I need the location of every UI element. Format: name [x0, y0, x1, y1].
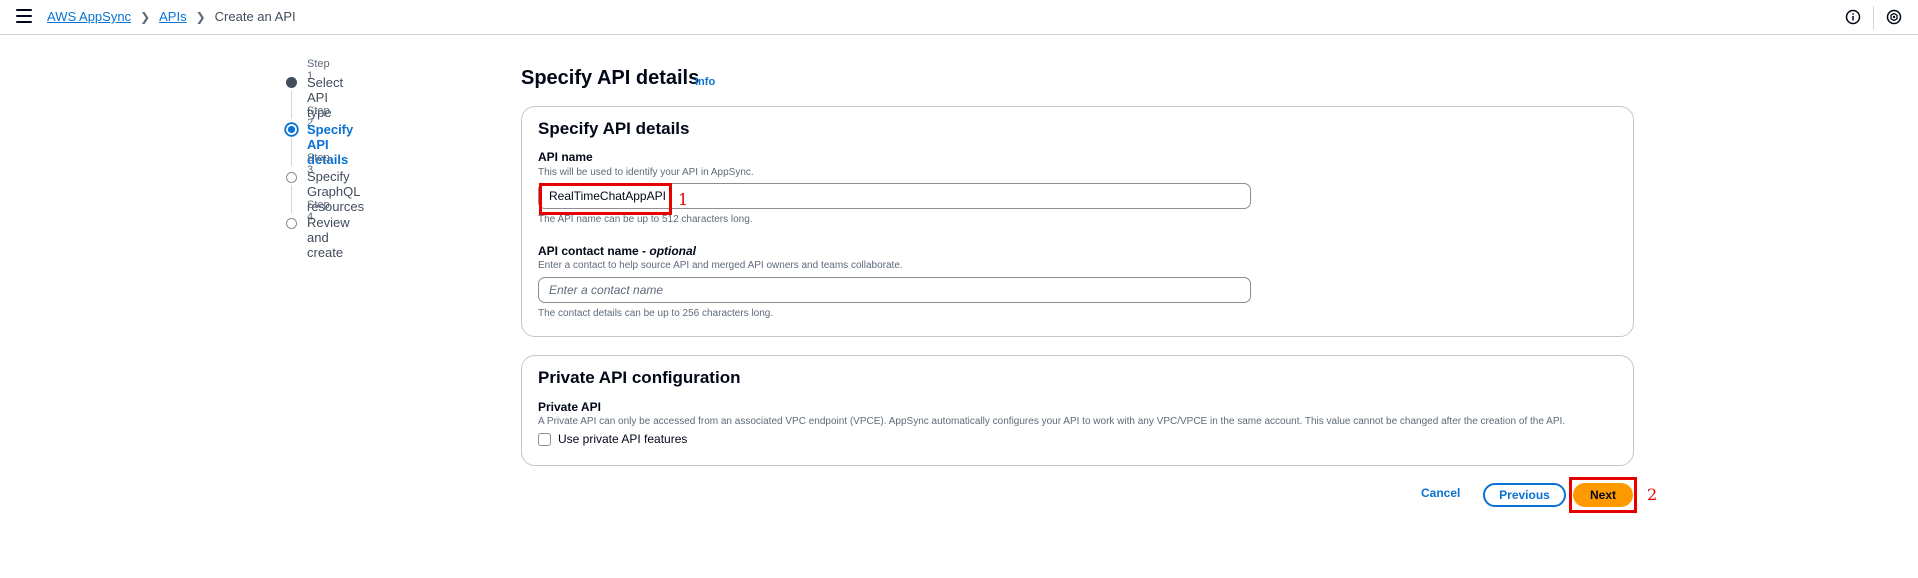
top-divider	[1873, 6, 1874, 30]
api-name-input[interactable]	[538, 183, 1251, 209]
breadcrumb-apis-link[interactable]: APIs	[159, 9, 186, 24]
step-pending-icon	[286, 172, 297, 183]
info-link[interactable]: Info	[695, 76, 715, 88]
page-title: Specify API details	[521, 67, 700, 89]
contact-name-constraint: The contact details can be up to 256 cha…	[538, 308, 774, 319]
step-pending-icon	[286, 218, 297, 229]
contact-name-label: API contact name - optional	[538, 244, 696, 258]
private-api-label: Private API	[538, 400, 601, 414]
api-name-label: API name	[538, 150, 593, 164]
menu-icon[interactable]	[16, 9, 32, 25]
chevron-right-icon: ❯	[195, 9, 206, 24]
contact-name-description: Enter a contact to help source API and m…	[538, 260, 903, 271]
settings-circle-icon[interactable]	[1886, 9, 1902, 25]
chevron-right-icon: ❯	[140, 9, 151, 24]
step-connector	[291, 138, 292, 166]
step-4-title: Review and create	[307, 215, 350, 260]
annotation-number-2: 2	[1647, 485, 1658, 504]
annotation-number-1: 1	[678, 190, 689, 209]
private-api-checkbox-label[interactable]: Use private API features	[558, 432, 687, 446]
previous-button[interactable]: Previous	[1483, 483, 1566, 507]
private-api-checkbox[interactable]	[538, 433, 551, 446]
next-button[interactable]: Next	[1573, 483, 1633, 507]
contact-name-input[interactable]	[538, 277, 1251, 303]
top-navigation-bar: AWS AppSync ❯ APIs ❯ Create an API	[0, 0, 1918, 35]
contact-name-label-text: API contact name -	[538, 244, 650, 258]
step-connector	[291, 185, 292, 213]
api-name-constraint: The API name can be up to 512 characters…	[538, 214, 753, 225]
api-details-card-title: Specify API details	[538, 119, 690, 138]
info-circle-icon[interactable]	[1845, 9, 1861, 25]
breadcrumb: AWS AppSync ❯ APIs ❯ Create an API	[47, 9, 296, 24]
step-connector	[291, 91, 292, 119]
step-active-icon	[284, 122, 299, 137]
breadcrumb-current: Create an API	[214, 9, 296, 24]
step-completed-icon	[286, 77, 297, 88]
private-api-card-title: Private API configuration	[538, 368, 741, 387]
private-api-description: A Private API can only be accessed from …	[538, 416, 1566, 427]
cancel-button[interactable]: Cancel	[1421, 486, 1460, 500]
api-name-description: This will be used to identify your API i…	[538, 167, 754, 178]
optional-tag: optional	[649, 244, 697, 258]
breadcrumb-appsync-link[interactable]: AWS AppSync	[47, 9, 131, 24]
